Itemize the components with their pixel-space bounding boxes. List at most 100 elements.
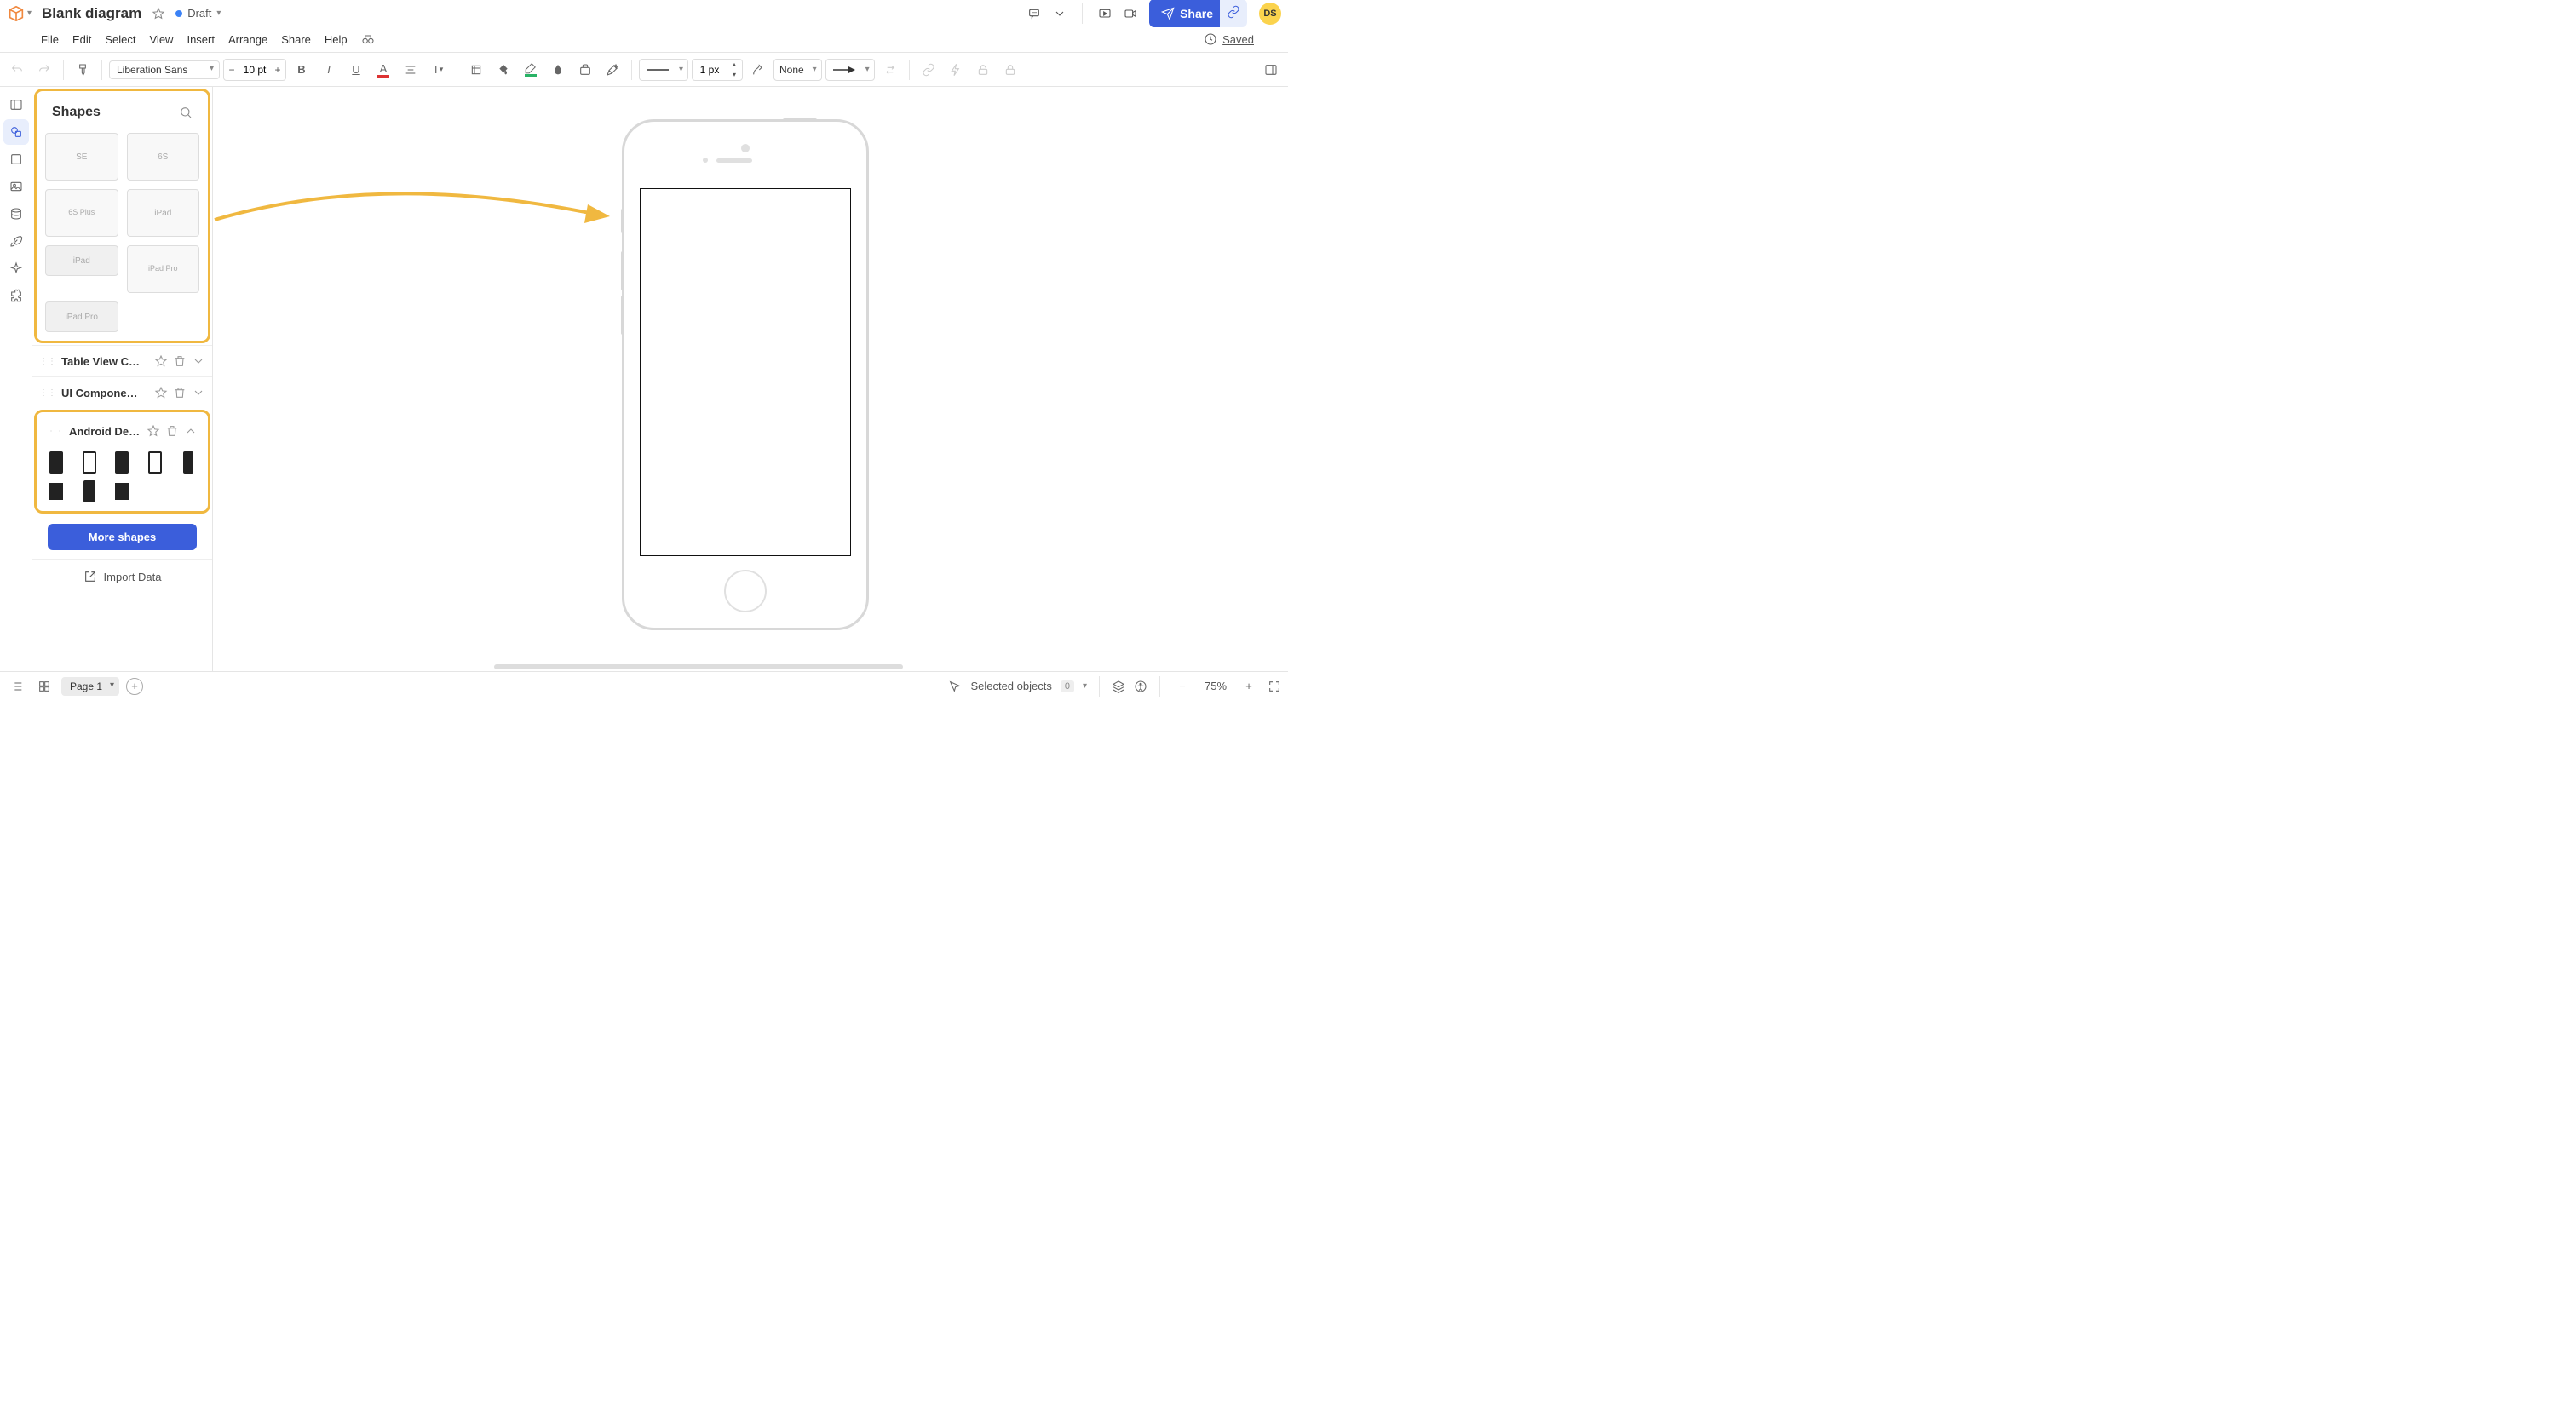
shape-ipad-pro-landscape[interactable]: iPad Pro	[45, 301, 118, 332]
trash-icon[interactable]	[173, 386, 187, 399]
format-painter-button[interactable]	[71, 58, 95, 82]
rail-container-icon[interactable]	[3, 146, 29, 172]
line-width-up[interactable]: ▴	[727, 60, 742, 70]
android-shape-8[interactable]	[115, 480, 129, 502]
drag-handle-icon[interactable]: ⋮⋮	[39, 388, 56, 398]
share-button[interactable]: Share	[1149, 0, 1225, 27]
chevron-down-icon[interactable]	[1053, 7, 1067, 20]
lock-button[interactable]	[971, 58, 995, 82]
app-logo[interactable]: ▾	[7, 4, 32, 23]
rail-image-icon[interactable]	[3, 174, 29, 199]
binoculars-icon[interactable]	[361, 32, 375, 46]
canvas-area[interactable]	[213, 87, 1288, 671]
menu-insert[interactable]: Insert	[180, 30, 221, 49]
drag-handle-icon[interactable]: ⋮⋮	[39, 357, 56, 366]
zoom-out-button[interactable]: −	[1172, 676, 1193, 697]
unlock-button[interactable]	[998, 58, 1022, 82]
menu-view[interactable]: View	[143, 30, 181, 49]
shape-ipad-portrait[interactable]: iPad	[127, 189, 200, 237]
magic-button[interactable]	[601, 58, 624, 82]
rail-layout-icon[interactable]	[3, 92, 29, 118]
text-format-button[interactable]: T▾	[426, 58, 450, 82]
document-title[interactable]: Blank diagram	[42, 5, 141, 22]
section-android[interactable]: ⋮⋮ Android Devi…	[40, 416, 204, 446]
panel-toggle-button[interactable]	[1259, 58, 1283, 82]
arrow-end-select[interactable]	[825, 59, 875, 81]
star-icon[interactable]	[154, 386, 168, 399]
phone-home-button[interactable]	[724, 570, 767, 612]
phone-screen[interactable]	[640, 188, 851, 556]
rail-shapes-icon[interactable]	[3, 119, 29, 145]
present-icon[interactable]	[1098, 7, 1112, 20]
menu-select[interactable]: Select	[98, 30, 142, 49]
favorite-star-icon[interactable]	[152, 7, 165, 20]
line-width-down[interactable]: ▾	[727, 70, 742, 80]
menu-help[interactable]: Help	[318, 30, 354, 49]
star-icon[interactable]	[147, 424, 160, 438]
rail-rocket-icon[interactable]	[3, 228, 29, 254]
user-avatar[interactable]: DS	[1259, 3, 1281, 25]
shape-ipad-pro-portrait[interactable]: iPad Pro	[127, 245, 200, 293]
android-shape-4[interactable]	[148, 451, 162, 474]
page-select[interactable]: Page 1	[61, 677, 119, 696]
menu-arrange[interactable]: Arrange	[221, 30, 274, 49]
trash-icon[interactable]	[173, 354, 187, 368]
arrow-start-select[interactable]: None	[773, 59, 822, 81]
accessibility-icon[interactable]	[1134, 680, 1147, 693]
android-shape-1[interactable]	[49, 451, 63, 474]
horizontal-scrollbar[interactable]	[494, 664, 903, 669]
link-button[interactable]	[917, 58, 940, 82]
action-button[interactable]	[944, 58, 968, 82]
layers-icon[interactable]	[1112, 680, 1125, 693]
saved-status[interactable]: Saved	[1222, 33, 1254, 46]
shape-style-button[interactable]	[573, 58, 597, 82]
shape-iphone-6s-plus[interactable]: 6S Plus	[45, 189, 118, 237]
line-style-select[interactable]	[639, 59, 688, 81]
rail-plugin-icon[interactable]	[3, 283, 29, 308]
menu-edit[interactable]: Edit	[66, 30, 98, 49]
menu-file[interactable]: File	[34, 30, 66, 49]
drag-handle-icon[interactable]: ⋮⋮	[47, 427, 64, 436]
chevron-down-icon[interactable]	[192, 354, 205, 368]
section-table-view[interactable]: ⋮⋮ Table View C…	[32, 345, 212, 376]
align-button[interactable]	[399, 58, 423, 82]
section-ui-components[interactable]: ⋮⋮ UI Compone…	[32, 376, 212, 408]
android-shape-2[interactable]	[83, 451, 96, 474]
add-page-button[interactable]: +	[126, 678, 143, 695]
menu-share[interactable]: Share	[274, 30, 318, 49]
selection-cursor-icon[interactable]	[948, 680, 962, 693]
line-width-input[interactable]	[693, 64, 727, 76]
more-shapes-button[interactable]: More shapes	[48, 524, 197, 550]
android-shape-6[interactable]	[49, 480, 63, 502]
star-icon[interactable]	[154, 354, 168, 368]
font-size-decrease[interactable]: −	[224, 60, 239, 80]
android-shape-5[interactable]	[183, 451, 193, 474]
rail-data-icon[interactable]	[3, 201, 29, 227]
fill-shape-button[interactable]	[464, 58, 488, 82]
selection-dropdown[interactable]: ▾	[1083, 681, 1087, 691]
list-view-icon[interactable]	[7, 676, 27, 697]
chevron-down-icon[interactable]	[192, 386, 205, 399]
share-link-button[interactable]	[1220, 0, 1247, 27]
grid-view-icon[interactable]	[34, 676, 55, 697]
shape-iphone-6s[interactable]: 6S	[127, 133, 200, 181]
fullscreen-icon[interactable]	[1268, 680, 1281, 693]
record-icon[interactable]	[1124, 7, 1137, 20]
rail-sparkle-icon[interactable]	[3, 256, 29, 281]
swap-arrows-button[interactable]	[878, 58, 902, 82]
line-curve-button[interactable]	[746, 58, 770, 82]
italic-button[interactable]: I	[317, 58, 341, 82]
text-color-button[interactable]: A	[371, 58, 395, 82]
redo-button[interactable]	[32, 58, 56, 82]
shape-iphone-se[interactable]: SE	[45, 133, 118, 181]
comment-icon[interactable]	[1027, 7, 1041, 20]
bold-button[interactable]: B	[290, 58, 313, 82]
android-shape-3[interactable]	[115, 451, 129, 474]
shape-ipad-landscape[interactable]: iPad	[45, 245, 118, 276]
opacity-button[interactable]	[546, 58, 570, 82]
zoom-value[interactable]: 75%	[1201, 680, 1230, 692]
font-size-increase[interactable]: +	[270, 60, 285, 80]
android-shape-7[interactable]	[83, 480, 95, 502]
undo-button[interactable]	[5, 58, 29, 82]
font-family-select[interactable]: Liberation Sans	[109, 60, 220, 79]
